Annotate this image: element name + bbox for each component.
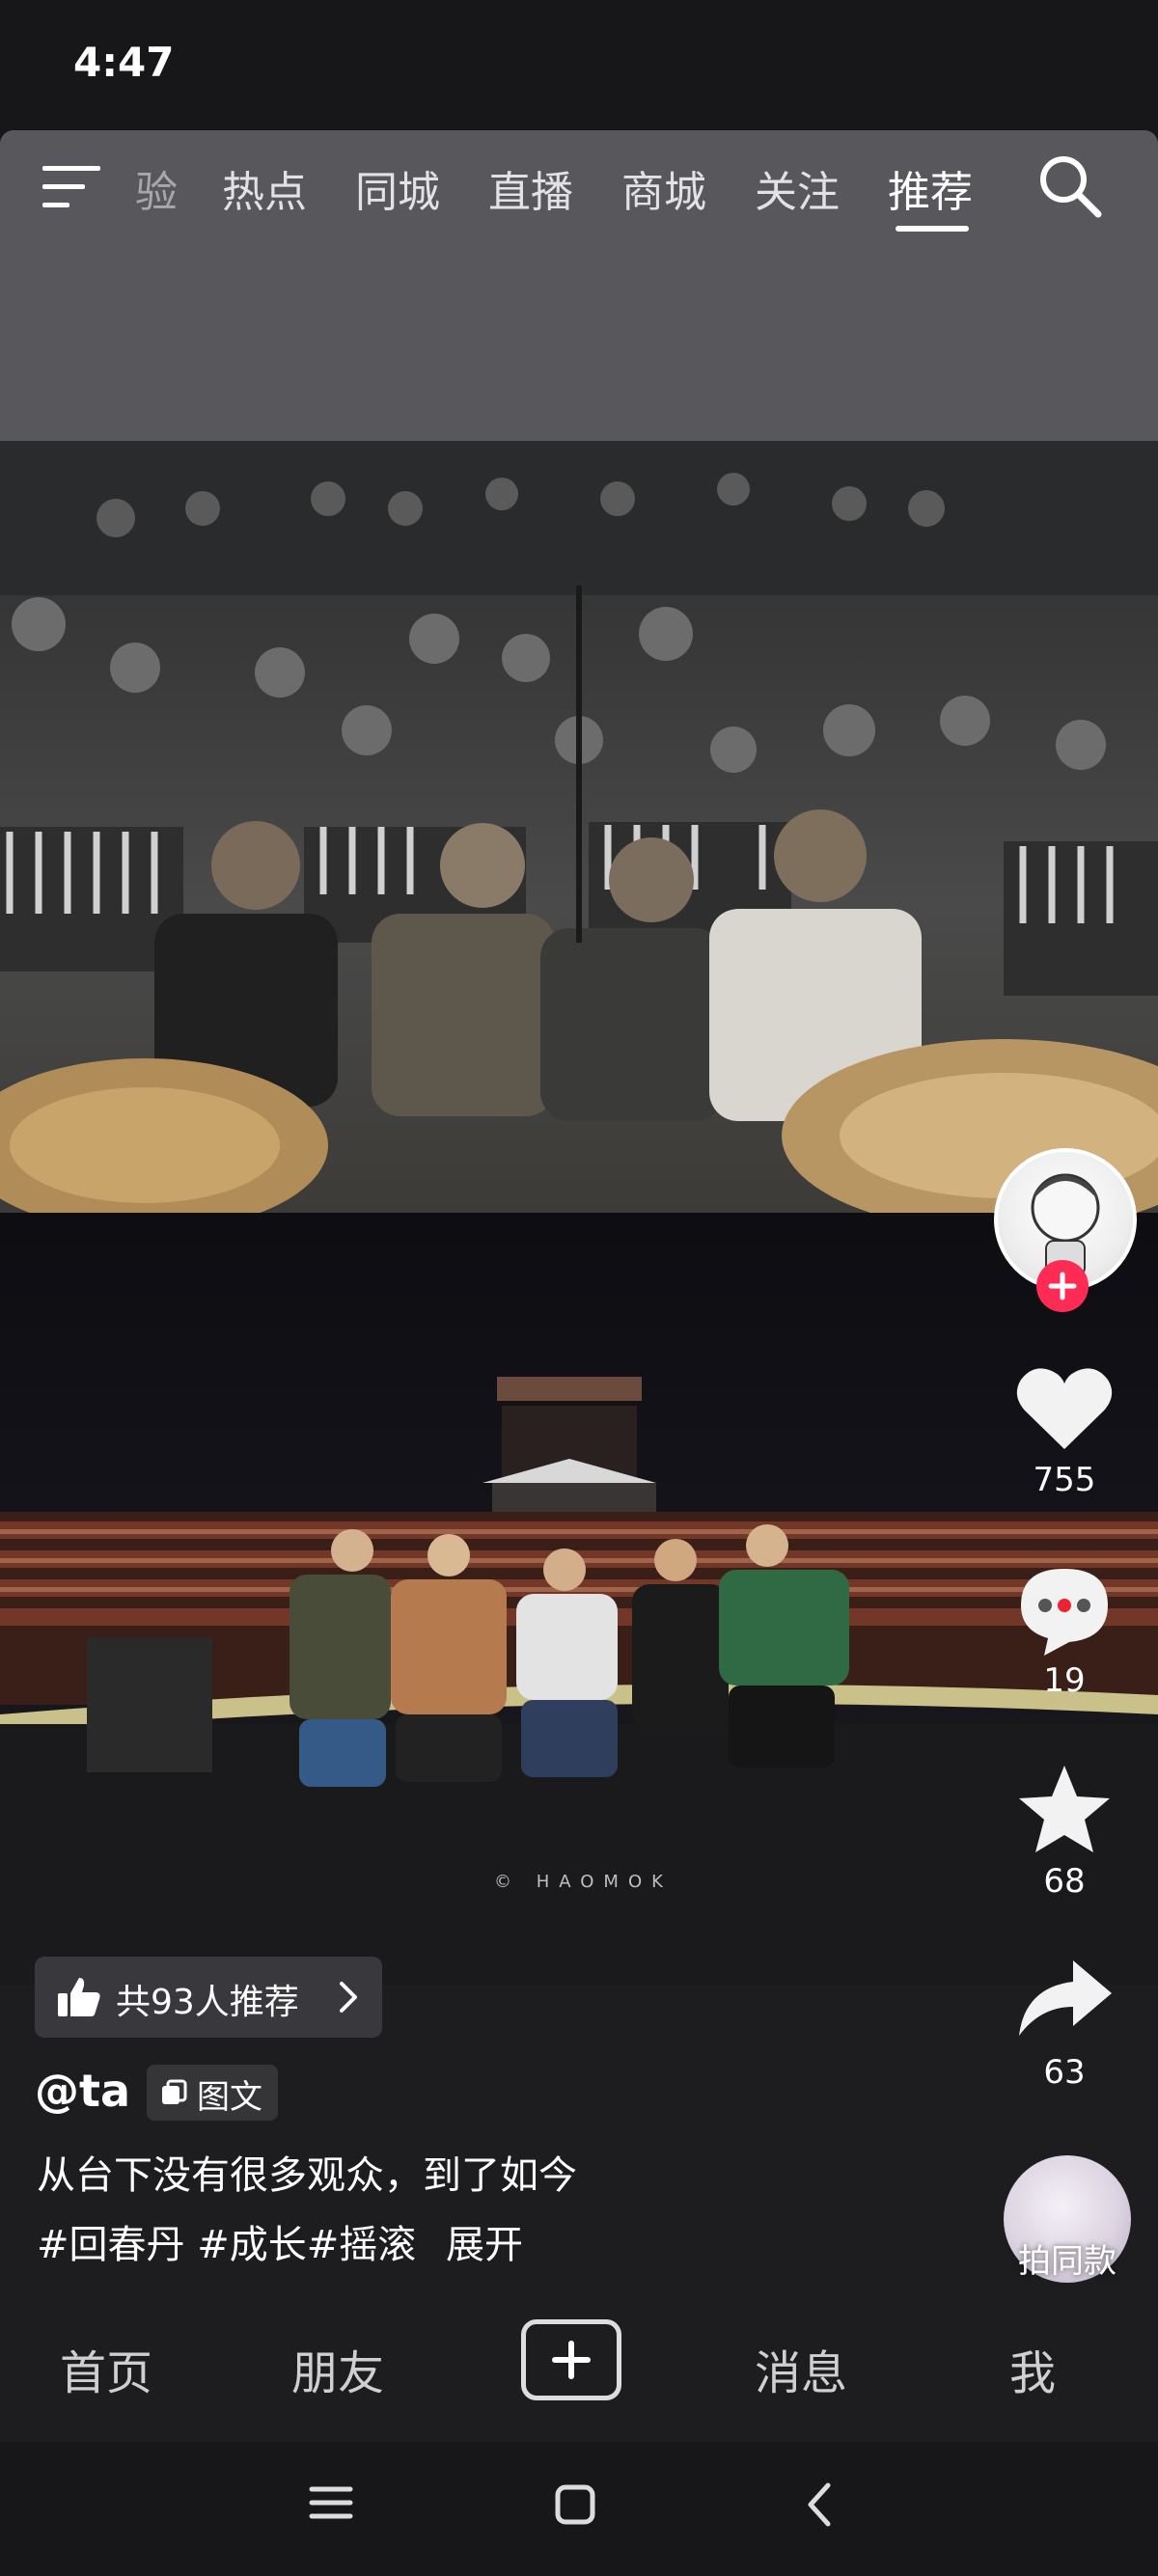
heart-icon[interactable]	[1011, 1360, 1117, 1457]
post-caption: 从台下没有很多观众，到了如今	[37, 2153, 577, 2198]
tab-me[interactable]: 我	[1009, 2335, 1056, 2402]
home-icon[interactable]	[554, 2483, 596, 2526]
favorite-count: 68	[1043, 1862, 1086, 1901]
like-count: 755	[1033, 1461, 1096, 1499]
star-icon[interactable]	[1011, 1762, 1117, 1858]
search-icon[interactable]	[1034, 151, 1104, 220]
active-tab-indicator	[896, 226, 969, 232]
tab-home[interactable]: 首页	[60, 2335, 152, 2402]
tab-mall[interactable]: 商城	[621, 157, 706, 219]
use-sound-label[interactable]: 拍同款	[1004, 2234, 1131, 2282]
back-icon[interactable]	[805, 2481, 834, 2528]
follow-button[interactable]	[1036, 1260, 1089, 1312]
tab-partial[interactable]: 验	[135, 157, 178, 219]
post-hashtags: #回春丹 #成长#摇滚 展开	[37, 2213, 523, 2269]
chevron-right-icon	[340, 1982, 357, 2013]
recommend-count-label: 共93人推荐	[116, 1983, 299, 2022]
thumbs-up-icon	[58, 1978, 100, 2016]
comment-icon[interactable]	[1011, 1561, 1117, 1658]
tab-live[interactable]: 直播	[488, 157, 573, 219]
comment-count: 19	[1043, 1661, 1086, 1700]
tab-friends[interactable]: 朋友	[291, 2335, 384, 2402]
create-button[interactable]	[521, 2319, 621, 2400]
menu-icon[interactable]	[41, 162, 102, 212]
status-time: 4:47	[73, 39, 175, 86]
tab-local[interactable]: 同城	[355, 157, 440, 219]
share-icon[interactable]	[1011, 1953, 1117, 2049]
author-handle[interactable]: @ta	[35, 2065, 130, 2117]
post-type-label: 图文	[197, 2078, 262, 2117]
recent-apps-icon[interactable]	[309, 2483, 353, 2522]
hashtag-list[interactable]: #回春丹 #成长#摇滚	[37, 2223, 416, 2267]
tab-following[interactable]: 关注	[755, 157, 840, 219]
add-icon	[552, 2341, 591, 2379]
expand-link[interactable]: 展开	[446, 2223, 523, 2267]
plus-icon	[1048, 1272, 1077, 1301]
share-count: 63	[1043, 2053, 1086, 2092]
photo-watermark: © HAOMOK	[494, 1872, 673, 1892]
tab-messages[interactable]: 消息	[755, 2335, 847, 2402]
stage-photo-illustration	[0, 441, 1158, 1213]
tab-hot[interactable]: 热点	[222, 157, 307, 219]
post-photo-stage[interactable]	[0, 441, 1158, 1213]
tab-recommended[interactable]: 推荐	[888, 157, 973, 219]
image-text-icon	[162, 2079, 187, 2104]
